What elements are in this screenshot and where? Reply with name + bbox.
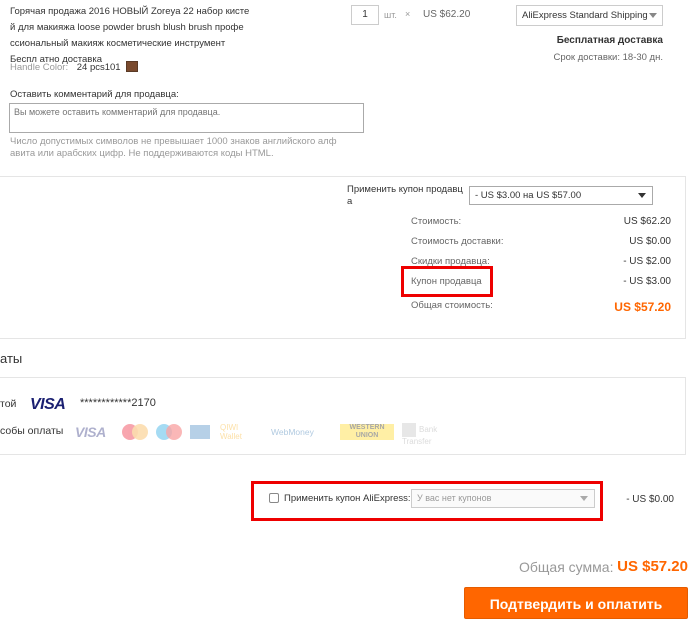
visa-icon[interactable]: VISA (30, 396, 66, 414)
qiwi-icon[interactable]: QIWI Wallet (220, 423, 262, 441)
seller-coupon-value: - US $3.00 на US $57.00 (475, 190, 582, 201)
handle-color-value: 24 pcs101 (76, 62, 121, 73)
divider (685, 176, 686, 339)
times-sign: × (405, 9, 411, 19)
delivery-time: Срок доставки: 18-30 дн. (554, 52, 664, 63)
visa-method-icon[interactable]: VISA (75, 424, 106, 440)
quantity-input[interactable]: 1 (351, 5, 379, 25)
other-methods-label[interactable]: собы оплаты (0, 425, 63, 437)
payment-heading: аты (0, 351, 23, 366)
western-union-icon[interactable]: WESTERN UNION (340, 424, 394, 440)
seller-coupon-summary-value: - US $3.00 (623, 276, 671, 287)
seller-discount-value: - US $2.00 (623, 256, 671, 267)
shipping-method-value: AliExpress Standard Shipping (522, 10, 648, 21)
shipping-cost-value: US $0.00 (629, 236, 671, 247)
ali-coupon-label: Применить купон AliExpress: (284, 493, 411, 504)
comment-hint: Число допустимых символов не превышает 1… (10, 136, 337, 159)
divider (0, 338, 686, 339)
subtotal-label: Стоимость: (411, 216, 462, 227)
ali-coupon-discount: - US $0.00 (626, 494, 674, 505)
grand-total-value: US $57.20 (617, 558, 688, 575)
seller-coupon-label: Применить купон продавц а (347, 184, 463, 207)
webmoney-icon[interactable]: WebMoney (271, 427, 314, 443)
order-total-label: Общая стоимость: (411, 300, 493, 311)
color-swatch (126, 61, 139, 72)
unit-price: US $62.20 (423, 9, 471, 20)
grand-total-label: Общая сумма: (519, 559, 614, 575)
seller-comment-field[interactable] (9, 103, 364, 133)
divider (0, 176, 686, 177)
free-shipping-label: Бесплатная доставка (556, 35, 663, 46)
ali-coupon-checkbox[interactable] (269, 493, 279, 503)
mastercard-icon[interactable] (122, 424, 148, 440)
subtotal-value: US $62.20 (623, 216, 671, 227)
payment-panel (0, 377, 686, 455)
highlight-box (401, 266, 493, 297)
maestro-icon[interactable] (156, 424, 182, 440)
ali-coupon-select[interactable]: У вас нет купонов (411, 489, 595, 508)
quantity-unit: шт. (384, 10, 397, 20)
order-total-value: US $57.20 (614, 300, 671, 314)
shipping-method-select[interactable]: AliExpress Standard Shipping (516, 5, 663, 26)
handle-color: Handle Color: 24 pcs101 (10, 61, 139, 73)
ali-coupon-value: У вас нет купонов (417, 493, 492, 503)
card-number[interactable]: ************2170 (80, 397, 156, 409)
confirm-and-pay-button[interactable]: Подтвердить и оплатить (464, 587, 688, 619)
chevron-down-icon (580, 496, 588, 501)
chevron-down-icon (649, 13, 657, 18)
bank-transfer-icon[interactable]: Bank Transfer (402, 423, 458, 446)
shipping-cost-label: Стоимость доставки: (411, 236, 504, 247)
saved-card-label[interactable]: той (0, 398, 16, 410)
delivery-time-value: 18-30 дн. (622, 52, 663, 63)
handle-color-label: Handle Color: (10, 62, 69, 73)
amex-icon[interactable] (190, 425, 210, 439)
product-title[interactable]: Горячая продажа 2016 НОВЫЙ Zoreya 22 наб… (10, 4, 250, 68)
chevron-down-icon (638, 193, 646, 198)
bank-icon (402, 423, 416, 437)
delivery-time-label: Срок доставки: (553, 52, 620, 63)
comment-label: Оставить комментарий для продавца: (10, 89, 179, 100)
seller-coupon-select[interactable]: - US $3.00 на US $57.00 (469, 186, 653, 205)
